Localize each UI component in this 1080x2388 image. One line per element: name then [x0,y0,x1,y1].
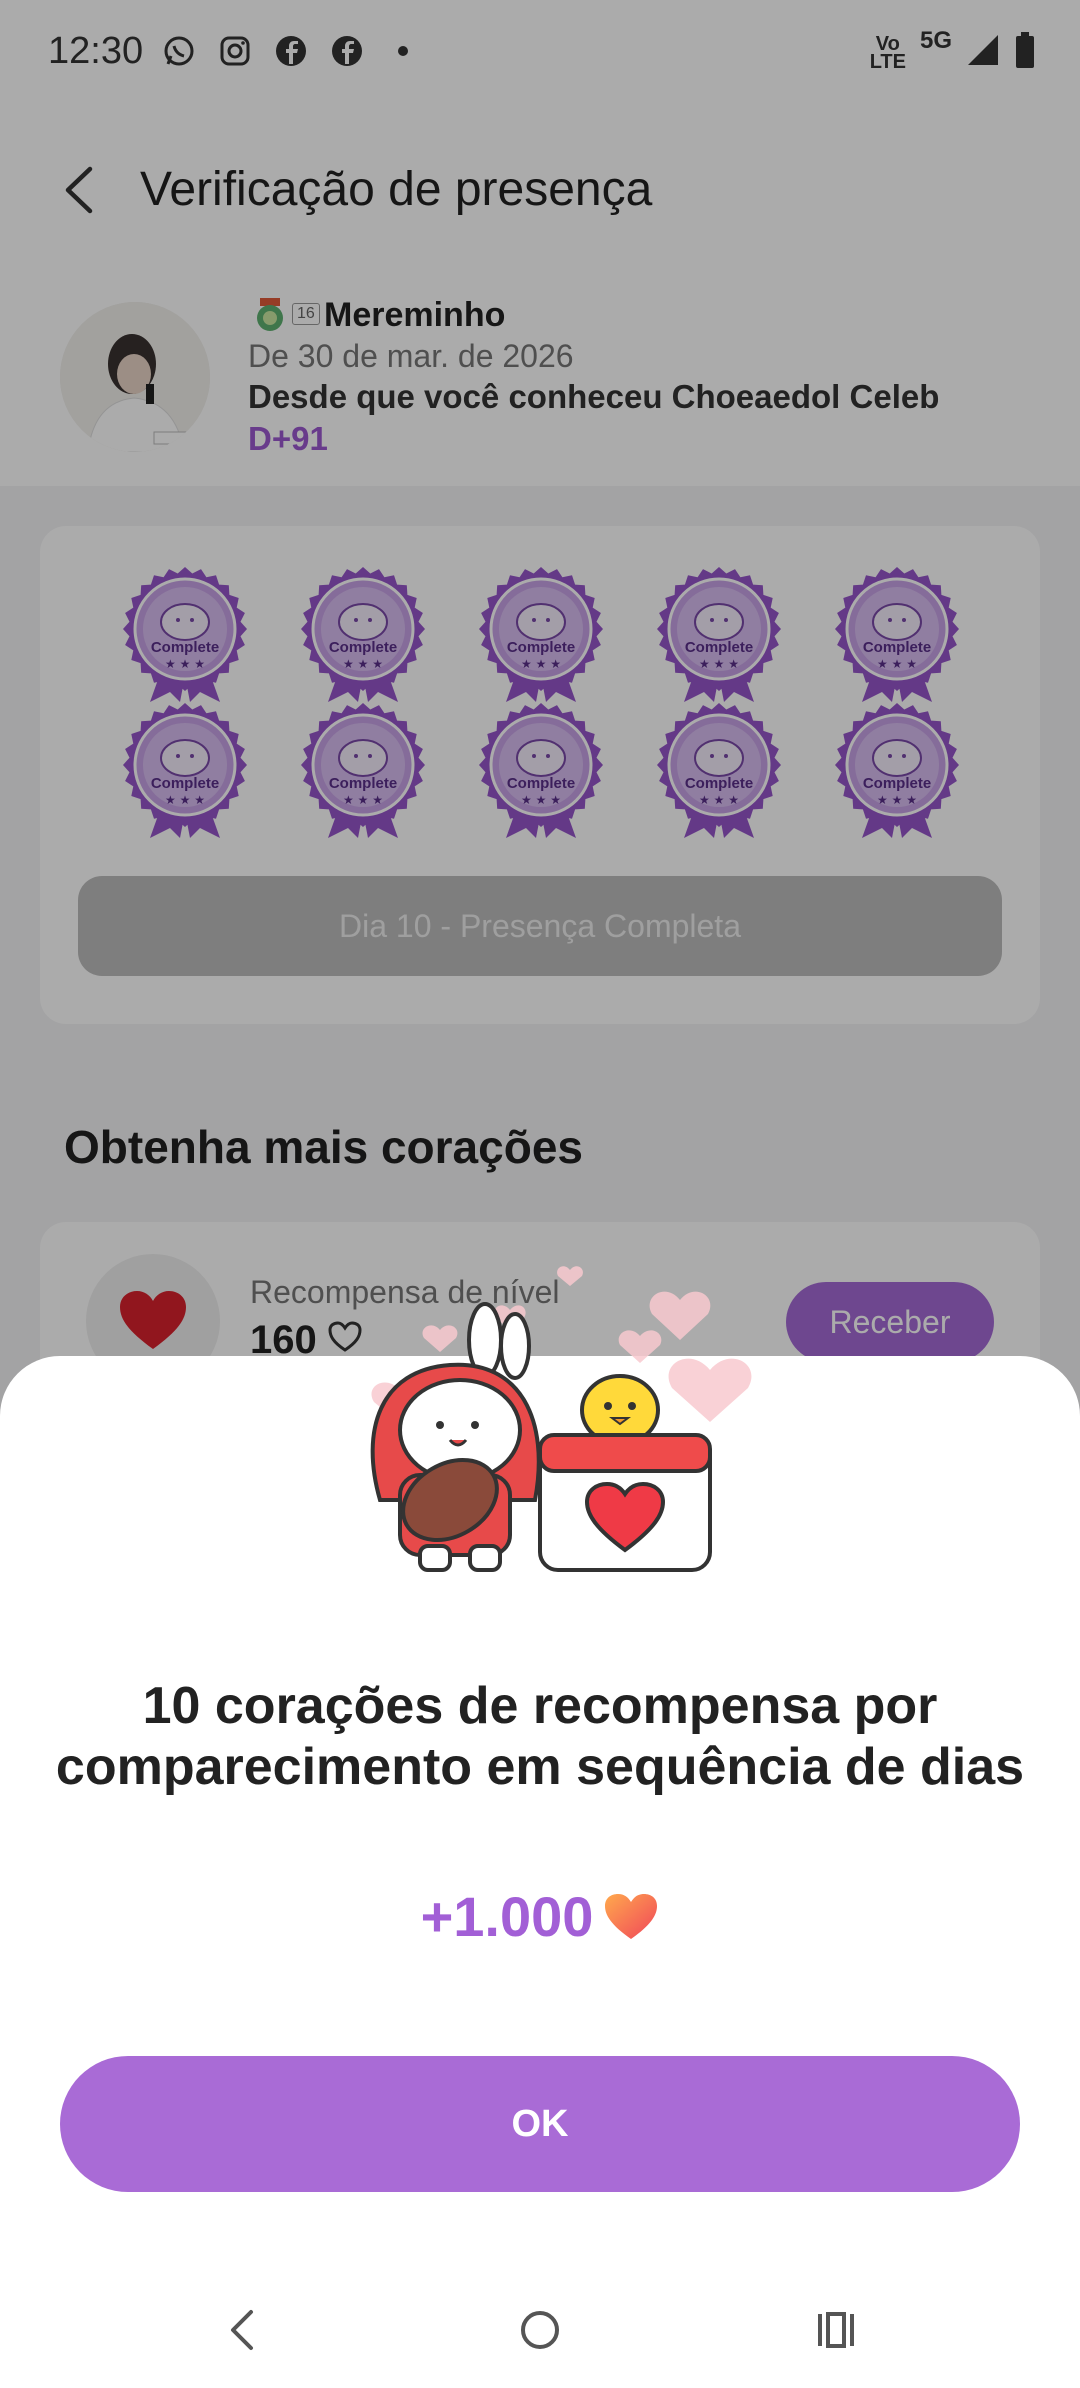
nav-recents-button[interactable] [806,2300,866,2360]
navigation-bar [0,2270,1080,2388]
nav-back-icon [231,2310,253,2350]
ok-button[interactable]: OK [60,2056,1020,2192]
nav-home-button[interactable] [510,2300,570,2360]
nav-home-icon [521,2311,559,2349]
reward-title-text: 10 corações de recompensa por comparecim… [55,1677,1025,1796]
reward-amount: +1.000 [0,1884,1080,1949]
screen: 12:30 Vo LTE 5G Verificação de presença … [0,0,1080,2388]
nav-recents-icon [818,2312,854,2348]
character-illustration [370,1266,752,1572]
nav-back-button[interactable] [212,2300,272,2360]
heart-icon [605,1893,658,1939]
